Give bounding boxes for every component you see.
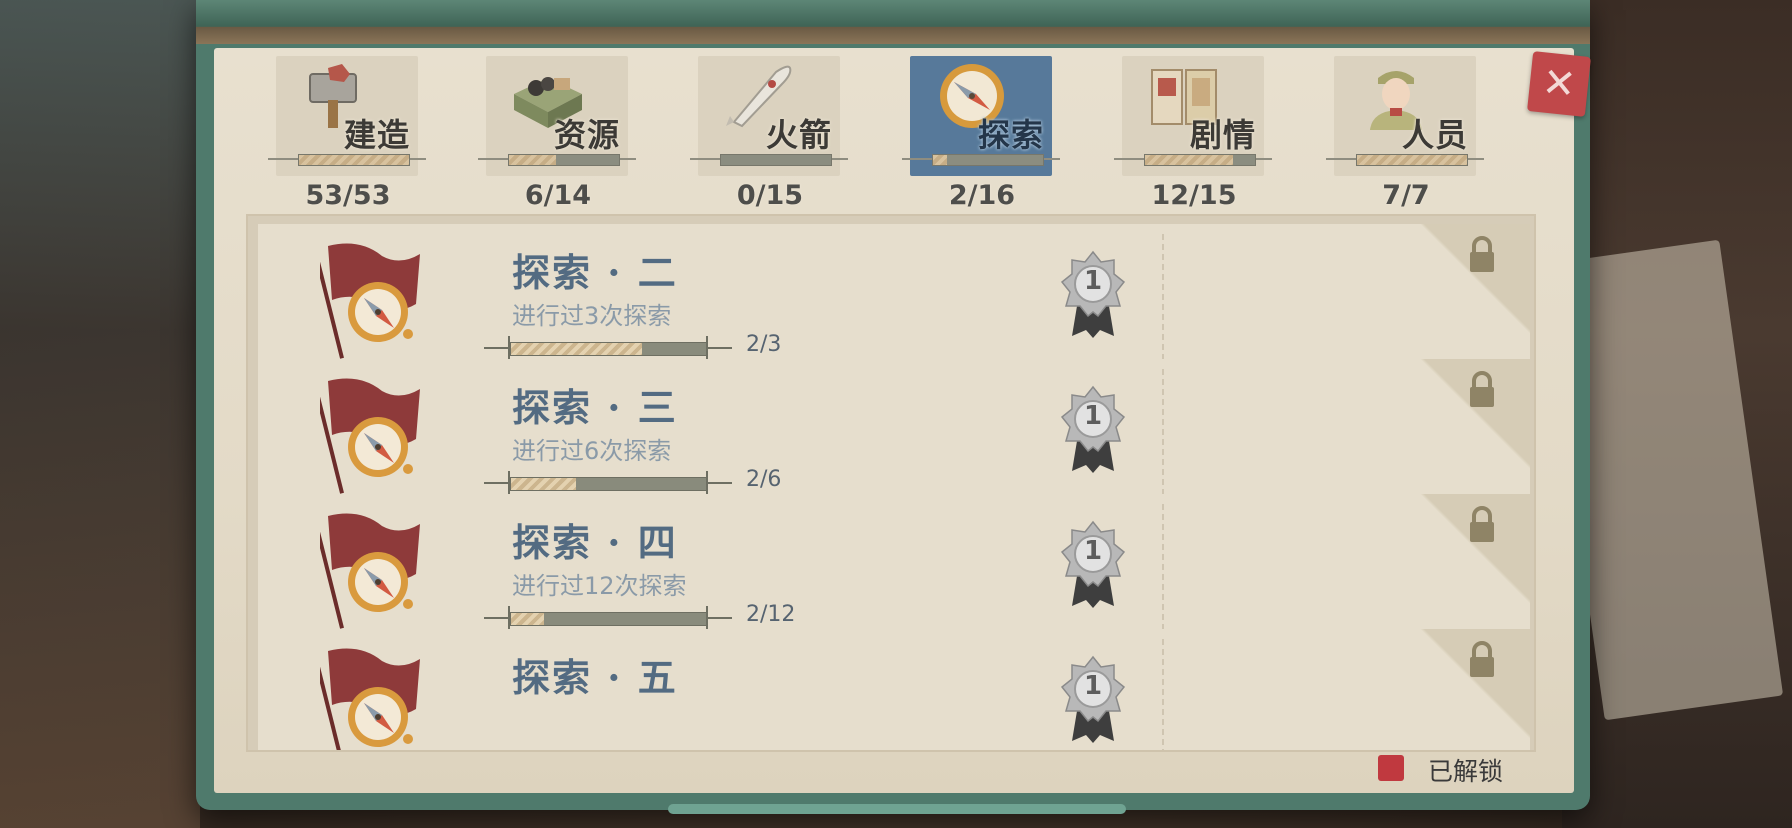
tab-count: 12/15 — [1151, 180, 1237, 211]
tab-progress-fill — [1145, 155, 1233, 165]
medal-icon: 1 — [1058, 520, 1128, 610]
tab-3[interactable]: 探索 2/16 — [902, 52, 1062, 212]
progress-tick — [508, 471, 510, 495]
achievement-progress-text: 2/12 — [746, 602, 796, 627]
background-left — [0, 0, 200, 828]
lock-icon — [1468, 369, 1496, 409]
exploration-flag-icon — [312, 647, 430, 750]
achievement-title: 探索 · 三 — [512, 385, 678, 430]
tab-0[interactable]: 建造 53/53 — [268, 52, 428, 212]
medal-icon: 1 — [1058, 385, 1128, 475]
tab-label: 探索 — [977, 116, 1044, 154]
achievement-progress-fill — [511, 478, 577, 490]
progress-tick — [508, 336, 510, 360]
exploration-flag-icon — [312, 512, 430, 630]
tab-1[interactable]: 资源 6/14 — [478, 52, 638, 212]
progress-tick — [706, 606, 708, 630]
achievement-progress-fill — [511, 343, 642, 355]
board-top-rail — [196, 0, 1590, 44]
progress-tick — [508, 606, 510, 630]
medal-level: 1 — [1083, 536, 1103, 566]
achievement-row[interactable]: 探索 · 二进行过3次探索 2/3 1 — [258, 224, 1530, 370]
tab-label: 人员 — [1401, 116, 1468, 154]
medal-icon: 1 — [1058, 655, 1128, 745]
row-divider — [1162, 369, 1164, 495]
lock-icon — [1468, 234, 1496, 274]
tab-progress-fill — [933, 155, 948, 165]
achievement-progress-bar — [510, 477, 708, 491]
tab-count: 0/15 — [736, 180, 804, 211]
exploration-flag-icon — [312, 242, 430, 360]
achievement-row[interactable]: 探索 · 五 1 — [258, 629, 1530, 750]
achievement-progress-bar — [510, 612, 708, 626]
tab-label: 火箭 — [765, 116, 832, 154]
progress-tick — [706, 336, 708, 360]
row-divider — [1162, 639, 1164, 750]
medal-level: 1 — [1083, 401, 1103, 431]
progress-tick — [706, 471, 708, 495]
achievement-row[interactable]: 探索 · 四进行过12次探索 2/12 1 — [258, 494, 1530, 640]
lock-icon — [1468, 639, 1496, 679]
close-button[interactable]: ✕ — [1527, 51, 1591, 117]
achievement-description: 进行过3次探索 — [512, 302, 672, 330]
medal-icon: 1 — [1058, 250, 1128, 340]
tab-count: 53/53 — [305, 180, 391, 211]
unlocked-legend-label: 已解锁 — [1428, 757, 1504, 786]
achievement-row[interactable]: 探索 · 三进行过6次探索 2/6 1 — [258, 359, 1530, 505]
achievement-title: 探索 · 五 — [512, 655, 678, 700]
medal-level: 1 — [1083, 266, 1103, 296]
tab-progress-fill — [299, 155, 409, 165]
exploration-flag-icon — [312, 377, 430, 495]
row-divider — [1162, 504, 1164, 630]
achievement-title: 探索 · 四 — [512, 520, 678, 565]
achievement-title: 探索 · 二 — [512, 250, 678, 295]
tab-progress-fill — [1357, 155, 1467, 165]
tab-5[interactable]: 人员 7/7 — [1326, 52, 1486, 212]
achievement-progress-text: 2/6 — [746, 467, 782, 492]
tab-count: 6/14 — [524, 180, 592, 211]
row-divider — [1162, 234, 1164, 360]
tab-count: 7/7 — [1382, 180, 1430, 211]
medal-level: 1 — [1083, 671, 1103, 701]
achievement-description: 进行过6次探索 — [512, 437, 672, 465]
achievement-progress-bar — [510, 342, 708, 356]
achievement-description: 进行过12次探索 — [512, 572, 687, 600]
board-bottom-handle — [668, 804, 1126, 814]
tab-label: 建造 — [343, 116, 410, 154]
tab-progress-fill — [509, 155, 557, 165]
tab-label: 资源 — [553, 116, 620, 154]
tab-4[interactable]: 剧情 12/15 — [1114, 52, 1274, 212]
tab-2[interactable]: 火箭 0/15 — [690, 52, 850, 212]
achievement-progress-text: 2/3 — [746, 332, 782, 357]
tab-label: 剧情 — [1189, 116, 1256, 154]
close-icon: ✕ — [1539, 59, 1579, 109]
achievement-progress-fill — [511, 613, 544, 625]
lock-icon — [1468, 504, 1496, 544]
achievement-list[interactable]: 探索 · 二进行过3次探索 2/3 1 探索 · 三进行过6次探索 2/6 1 探索 · 四… — [246, 214, 1536, 752]
unlocked-legend-swatch — [1378, 755, 1404, 781]
tab-count: 2/16 — [948, 180, 1016, 211]
